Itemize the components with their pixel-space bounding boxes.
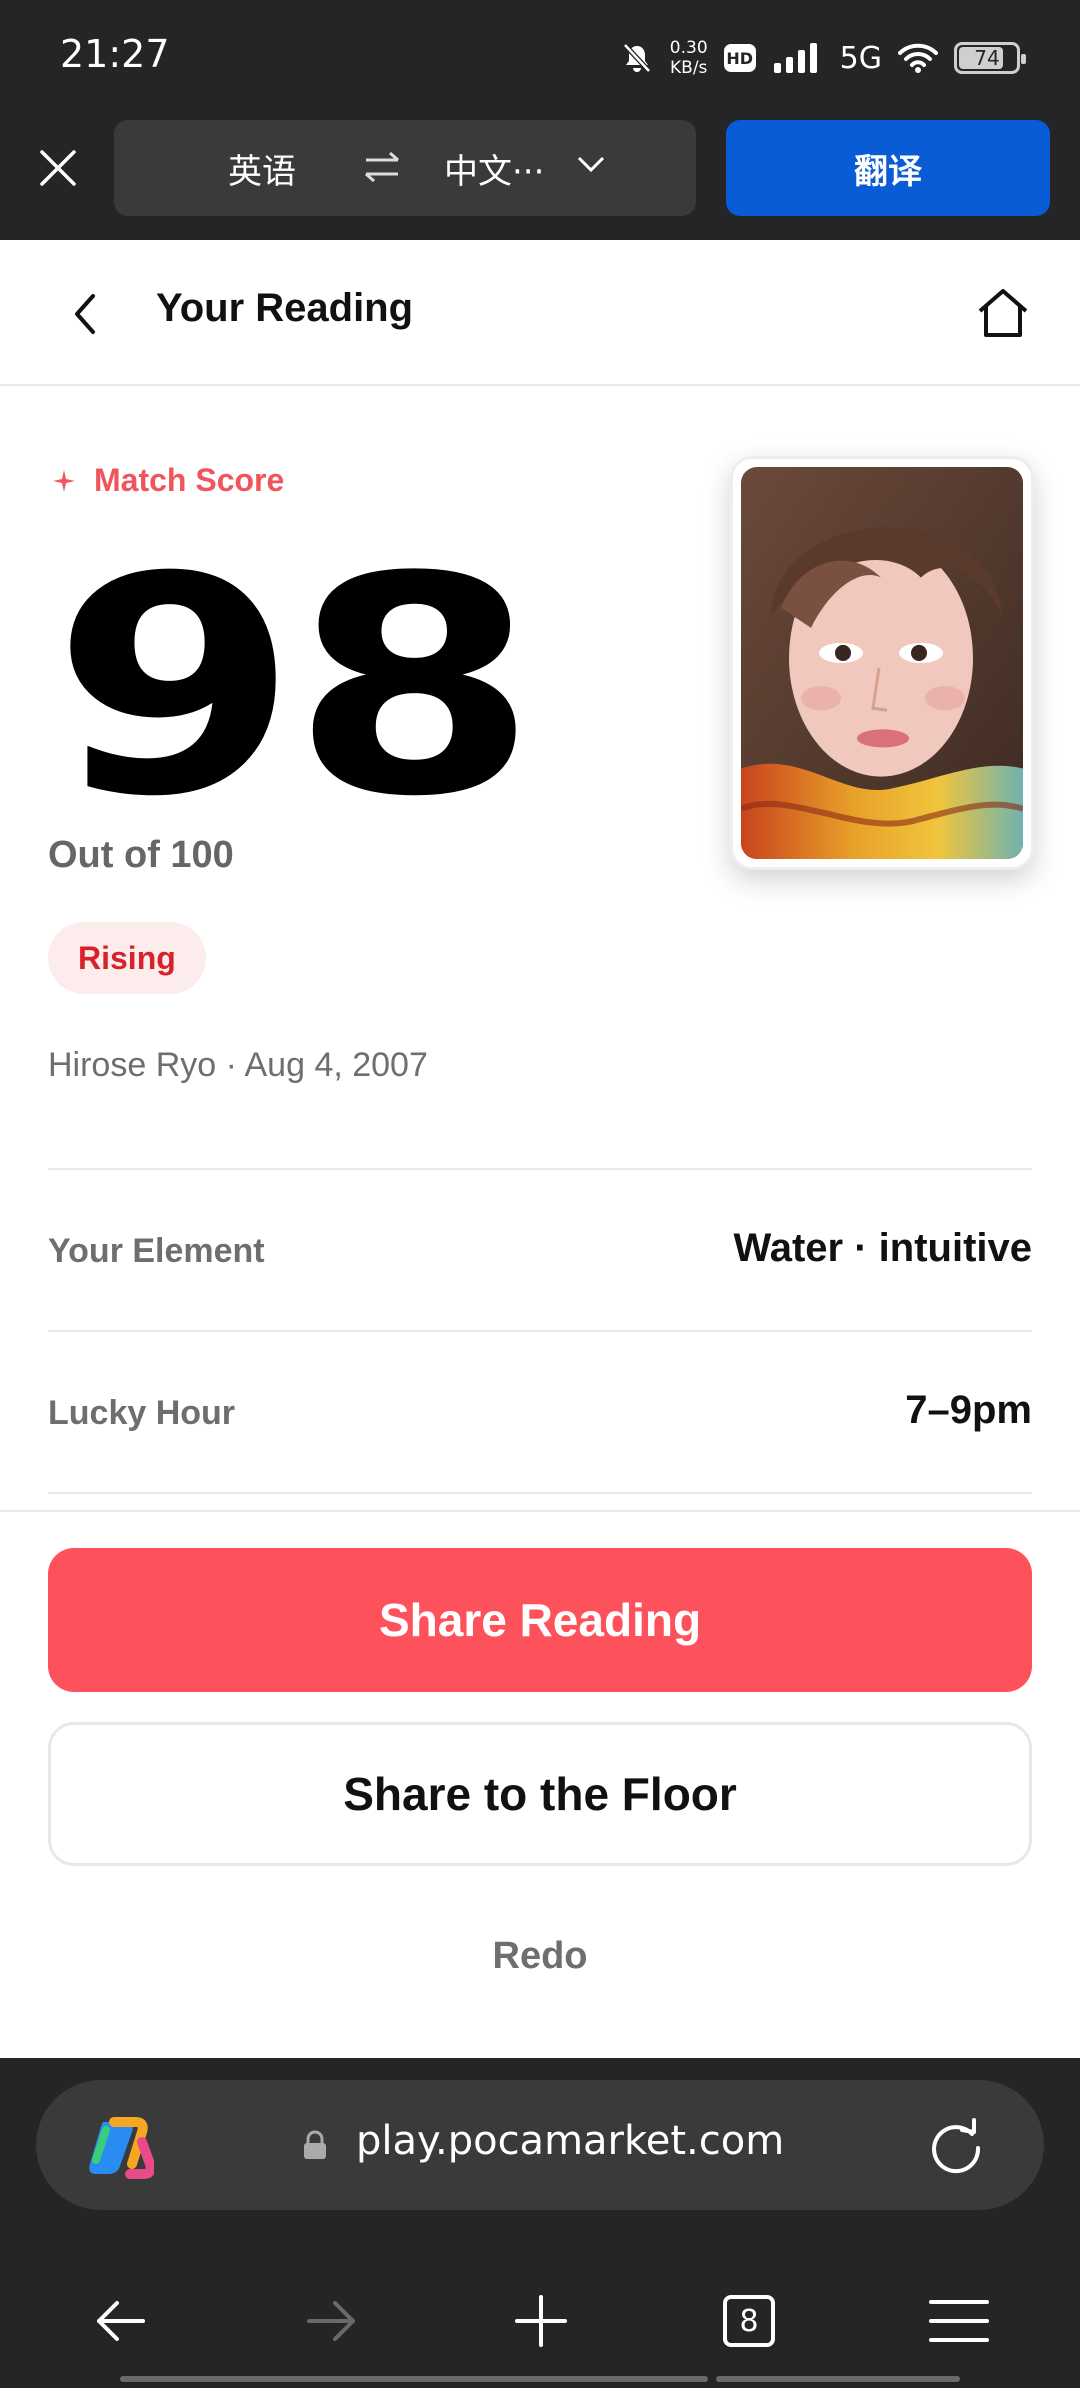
reload-icon[interactable] [926, 2116, 986, 2176]
address-bar[interactable]: play.pocamarket.com [36, 2080, 1044, 2210]
element-value: Water · intuitive [733, 1226, 1032, 1270]
hamburger-menu-icon [929, 2300, 989, 2342]
system-top-chrome: 21:27 0.30 KB/s HD 5G 74 英语 中文··· 翻译 [0, 0, 1080, 240]
close-icon [40, 150, 76, 186]
lock-icon [304, 2130, 326, 2159]
chevron-down-icon[interactable] [576, 154, 606, 174]
sparkle-icon [53, 469, 75, 492]
status-badge: Rising [48, 922, 206, 994]
net-speed-unit: KB/s [670, 58, 708, 78]
section-divider [0, 1510, 1080, 1512]
back-button[interactable] [56, 284, 116, 344]
new-tab-button[interactable] [496, 2276, 586, 2366]
match-score-text: Match Score [94, 462, 285, 498]
network-type: 5G [839, 40, 882, 76]
page-title: Your Reading [156, 286, 414, 330]
tab-count-icon: 8 [723, 2295, 775, 2347]
hd-badge: HD [723, 44, 756, 72]
net-speed: 0.30 KB/s [670, 38, 708, 78]
match-score-label: Match Score [52, 462, 284, 499]
lucky-hour-label: Lucky Hour [48, 1394, 236, 1432]
net-speed-value: 0.30 [669, 38, 708, 58]
home-icon [978, 289, 1028, 337]
home-button[interactable] [968, 278, 1038, 348]
translate-button[interactable]: 翻译 [726, 120, 1050, 216]
translate-bar: 英语 中文··· 翻译 [0, 118, 1080, 218]
browser-nav-row: 8 [0, 2276, 1080, 2366]
copilot-icon[interactable] [86, 2116, 154, 2180]
battery-level: 74 [974, 46, 1000, 70]
wifi-icon [898, 43, 938, 73]
target-language[interactable]: 中文··· [444, 144, 544, 193]
chevron-left-icon [75, 294, 95, 334]
status-time: 21:27 [60, 32, 170, 76]
language-selector[interactable]: 英语 中文··· [114, 120, 696, 216]
gesture-bar-segment [716, 2376, 960, 2382]
tabs-button[interactable]: 8 [704, 2276, 794, 2366]
status-bar: 21:27 0.30 KB/s HD 5G 74 [0, 0, 1080, 110]
lucky-hour-value: 7–9pm [905, 1388, 1032, 1432]
tab-count: 8 [739, 2303, 759, 2339]
share-reading-button[interactable]: Share Reading [48, 1548, 1032, 1692]
portrait-illustration [741, 467, 1023, 859]
divider [48, 1330, 1032, 1332]
back-nav-button[interactable] [76, 2276, 166, 2366]
url-text[interactable]: play.pocamarket.com [356, 2118, 784, 2164]
signal-bars-icon [773, 43, 817, 73]
browser-bottom-bar: play.pocamarket.com 8 [0, 2058, 1080, 2388]
divider [48, 1168, 1032, 1170]
arrow-right-icon [307, 2301, 355, 2341]
score-out-of: Out of 100 [48, 834, 234, 876]
forward-nav-button[interactable] [286, 2276, 376, 2366]
swap-languages-icon[interactable] [362, 150, 402, 184]
arrow-left-icon [97, 2301, 145, 2341]
person-info: Hirose Ryo · Aug 4, 2007 [48, 1046, 428, 1084]
battery-indicator: 74 [954, 42, 1026, 74]
match-score-value: 98 [52, 513, 538, 862]
source-language[interactable]: 英语 [228, 144, 296, 193]
plus-icon [515, 2295, 567, 2347]
photo-card[interactable] [730, 456, 1034, 870]
portrait-photo [741, 467, 1023, 859]
gesture-bar-segment [372, 2376, 708, 2382]
status-icons: 0.30 KB/s HD 5G 74 [620, 30, 1026, 86]
page-header: Your Reading [0, 240, 1080, 386]
mute-bell-icon [622, 43, 651, 73]
redo-button[interactable]: Redo [48, 1920, 1032, 1992]
close-translate-button[interactable] [28, 138, 88, 198]
element-label: Your Element [48, 1232, 265, 1270]
share-to-floor-button[interactable]: Share to the Floor [48, 1722, 1032, 1866]
menu-button[interactable] [914, 2276, 1004, 2366]
divider [48, 1492, 1032, 1494]
